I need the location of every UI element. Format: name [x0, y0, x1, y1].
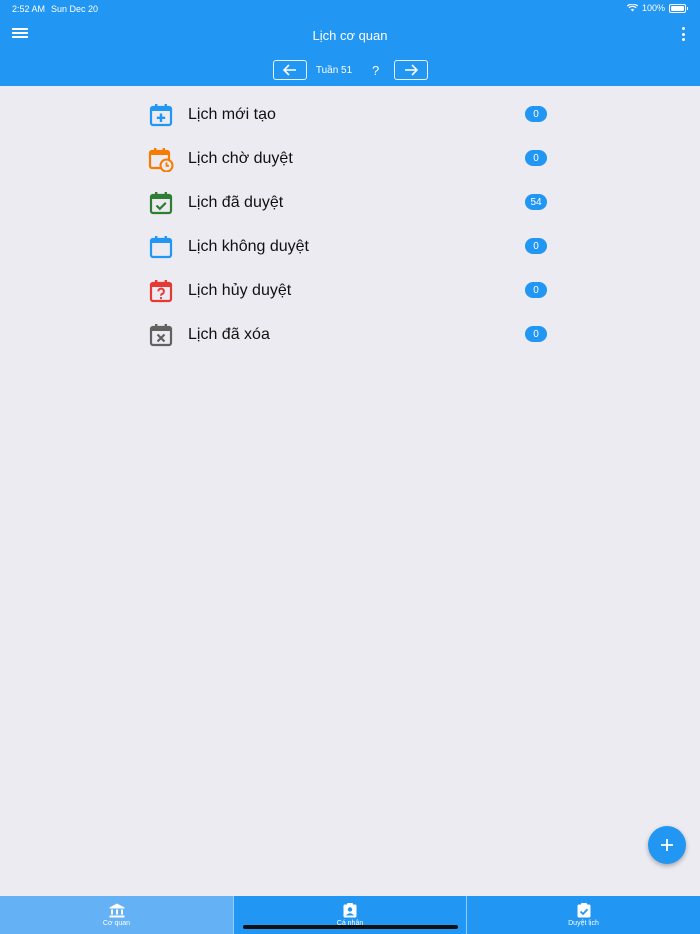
list-item-deleted[interactable]: Lịch đã xóa 0 [148, 314, 568, 354]
wifi-icon [626, 4, 638, 12]
list-item-rejected[interactable]: Lịch không duyệt 0 [148, 226, 568, 266]
list-item-label: Lịch không duyệt [188, 238, 309, 255]
list-item-label: Lịch đã duyệt [188, 194, 284, 211]
week-navigator: Tuần 51 ? [0, 59, 700, 81]
help-button[interactable]: ? [372, 63, 379, 78]
arrow-left-icon [283, 64, 296, 76]
calendar-plus-icon [149, 104, 173, 127]
list-item-label: Lịch chờ duyệt [188, 150, 293, 167]
list-item-new[interactable]: Lịch mới tạo 0 [148, 94, 568, 134]
calendar-check-icon [149, 192, 173, 215]
tab-co-quan[interactable]: Cơ quan [0, 896, 233, 934]
app-bar: Lịch cơ quan Tuần 51 ? [0, 17, 700, 86]
clipboard-check-icon [577, 903, 590, 918]
status-indicators: 100% [626, 3, 688, 13]
count-badge: 54 [525, 194, 547, 210]
battery-tip [687, 6, 688, 10]
bank-icon [109, 903, 124, 918]
tab-label: Cơ quan [102, 920, 131, 927]
contact-card-icon [343, 903, 357, 918]
calendar-remove-icon [149, 324, 173, 347]
week-label: Tuần 51 [315, 65, 353, 76]
count-badge: 0 [525, 282, 547, 298]
home-indicator [243, 925, 458, 929]
arrow-right-icon [405, 64, 418, 76]
status-bar: 2:52 AM Sun Dec 20 100% [0, 0, 700, 17]
list-item-label: Lịch đã xóa [188, 326, 270, 343]
battery-percent: 100% [641, 3, 665, 13]
calendar-blank-icon [149, 236, 173, 259]
list-item-cancelled[interactable]: Lịch hủy duyệt 0 [148, 270, 568, 310]
status-time: 2:52 AM [12, 4, 46, 14]
list-item-approved[interactable]: Lịch đã duyệt 54 [148, 182, 568, 222]
plus-icon [661, 839, 673, 851]
count-badge: 0 [525, 106, 547, 122]
list-item-label: Lịch hủy duyệt [188, 282, 292, 299]
more-vertical-icon[interactable] [682, 27, 686, 41]
count-badge: 0 [525, 326, 547, 342]
add-schedule-button[interactable] [648, 826, 686, 864]
next-week-button[interactable] [394, 60, 428, 80]
list-item-label: Lịch mới tạo [188, 106, 276, 123]
previous-week-button[interactable] [273, 60, 307, 80]
status-date: Sun Dec 20 [51, 4, 99, 14]
calendar-clock-icon [148, 148, 174, 172]
battery-icon [669, 3, 686, 13]
tab-label: Duyệt lịch [568, 920, 599, 927]
list-item-pending[interactable]: Lịch chờ duyệt 0 [148, 138, 568, 178]
count-badge: 0 [525, 238, 547, 254]
tab-duyet-lich[interactable]: Duyệt lịch [467, 896, 700, 934]
count-badge: 0 [525, 150, 547, 166]
calendar-question-icon [149, 280, 173, 303]
page-title: Lịch cơ quan [312, 28, 388, 43]
